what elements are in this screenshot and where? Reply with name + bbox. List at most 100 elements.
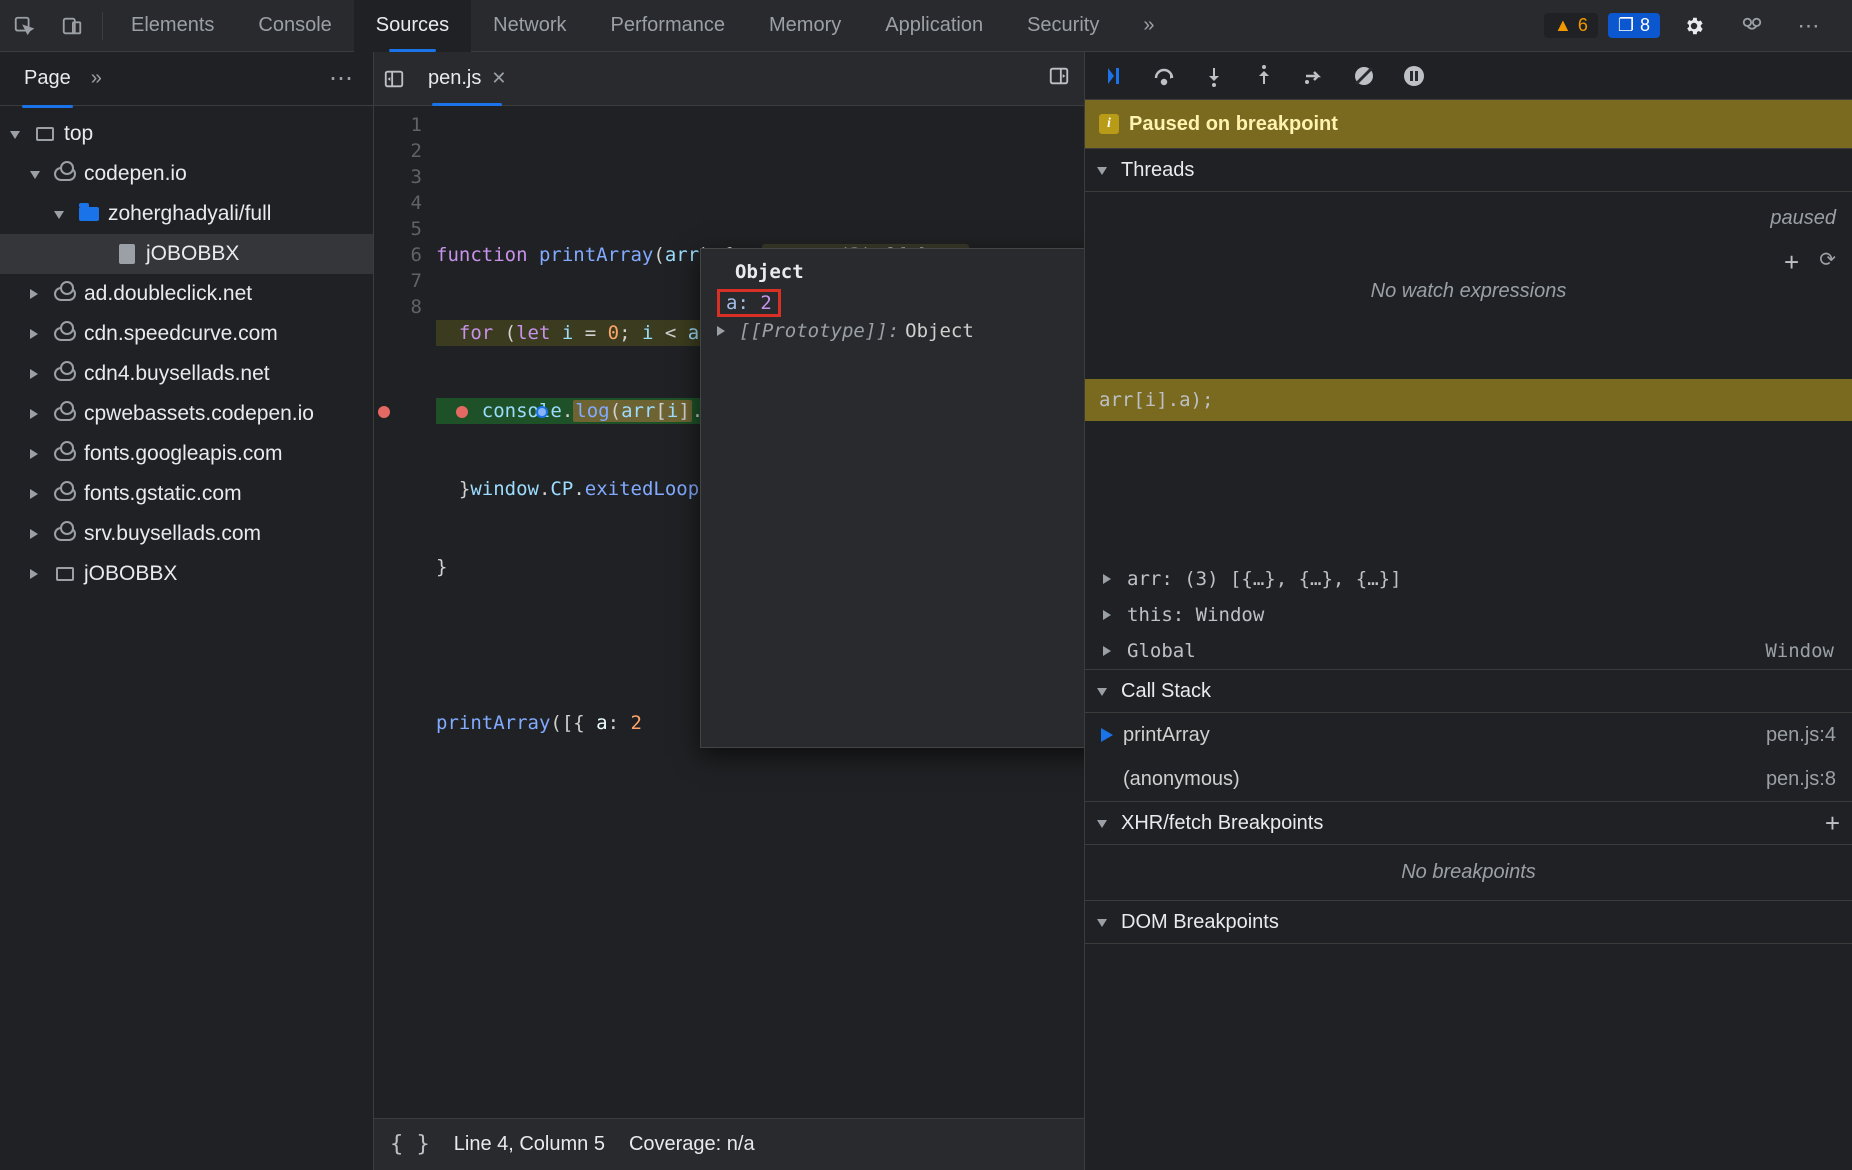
- issues-badge[interactable]: ❐ 8: [1608, 13, 1660, 38]
- execution-marker: [536, 406, 548, 418]
- tree-label: top: [64, 122, 93, 146]
- navigator-menu-icon[interactable]: ⋯: [329, 64, 363, 93]
- callstack-frame[interactable]: (anonymous) pen.js:8: [1085, 757, 1852, 801]
- scope-this[interactable]: this: Window: [1085, 597, 1852, 633]
- editor-status-bar: { } Line 4, Column 5 Coverage: n/a: [374, 1118, 1084, 1170]
- editor-tab-penjs[interactable]: pen.js ✕: [414, 52, 520, 106]
- deactivate-breakpoints-icon[interactable]: [1349, 61, 1379, 91]
- inspect-icon[interactable]: [6, 8, 42, 44]
- tree-label: fonts.googleapis.com: [84, 442, 282, 466]
- navigator-tab-more-icon[interactable]: »: [91, 67, 102, 90]
- tree-file-selected[interactable]: jOBOBBX: [0, 234, 373, 274]
- folder-icon: [78, 203, 100, 225]
- step-over-icon[interactable]: [1149, 61, 1179, 91]
- step-into-icon[interactable]: [1199, 61, 1229, 91]
- tree-domain[interactable]: cpwebassets.codepen.io: [0, 394, 373, 434]
- navigator-tab-page[interactable]: Page: [10, 61, 85, 96]
- add-xhr-breakpoint-icon[interactable]: +: [1825, 808, 1840, 839]
- warnings-badge[interactable]: ▲ 6: [1544, 13, 1598, 38]
- tree-top[interactable]: top: [0, 114, 373, 154]
- xhr-breakpoints-header[interactable]: XHR/fetch Breakpoints +: [1085, 801, 1852, 845]
- tree-label: cdn4.buysellads.net: [84, 362, 270, 386]
- tab-performance[interactable]: Performance: [589, 0, 748, 52]
- scope-label: Global: [1127, 640, 1196, 662]
- callstack-section-header[interactable]: Call Stack: [1085, 669, 1852, 713]
- step-out-icon[interactable]: [1249, 61, 1279, 91]
- tree-domain[interactable]: fonts.gstatic.com: [0, 474, 373, 514]
- tab-more-icon[interactable]: »: [1121, 0, 1176, 52]
- section-title: XHR/fetch Breakpoints: [1121, 812, 1323, 835]
- warning-count: 6: [1578, 15, 1588, 36]
- section-title: Call Stack: [1121, 680, 1211, 703]
- chevron-right-icon: [30, 326, 46, 342]
- tree-label: srv.buysellads.com: [84, 522, 261, 546]
- chevron-down-icon: [1097, 815, 1113, 831]
- tree-label: ad.doubleclick.net: [84, 282, 252, 306]
- tab-network[interactable]: Network: [471, 0, 588, 52]
- frame-name: printArray: [1123, 724, 1210, 747]
- tab-sources[interactable]: Sources: [354, 0, 471, 52]
- callstack-frame[interactable]: printArray pen.js:4: [1085, 713, 1852, 757]
- pretty-print-icon[interactable]: { }: [390, 1132, 430, 1157]
- line-gutter[interactable]: 12345678: [374, 112, 432, 320]
- debugger-panel-toggle-icon[interactable]: [1048, 65, 1084, 93]
- debugger-toolbar: [1085, 52, 1852, 100]
- window-icon: [34, 123, 56, 145]
- proto-value: Object: [905, 320, 974, 342]
- settings-icon[interactable]: [1676, 8, 1712, 44]
- tree-domain[interactable]: codepen.io: [0, 154, 373, 194]
- tab-application[interactable]: Application: [863, 0, 1005, 52]
- device-toggle-icon[interactable]: [54, 8, 90, 44]
- tree-domain[interactable]: srv.buysellads.com: [0, 514, 373, 554]
- prop-value: 2: [760, 292, 771, 314]
- tab-memory[interactable]: Memory: [747, 0, 863, 52]
- warning-icon: ▲: [1554, 15, 1572, 36]
- paused-code-text: arr[i].a);: [1099, 389, 1213, 411]
- cloud-icon: [54, 323, 76, 345]
- pause-on-exceptions-icon[interactable]: [1399, 61, 1429, 91]
- scope-global[interactable]: Global Window: [1085, 633, 1852, 669]
- tab-elements[interactable]: Elements: [109, 0, 236, 52]
- breakpoint-marker[interactable]: [378, 406, 390, 418]
- xhr-empty-text: No breakpoints: [1085, 845, 1852, 900]
- tree-folder[interactable]: zoherghadyali/full: [0, 194, 373, 234]
- thread-row[interactable]: paused: [1085, 196, 1852, 240]
- frame-loc: pen.js:4: [1766, 724, 1836, 747]
- nav-panel-toggle-icon[interactable]: [374, 68, 414, 90]
- coverage-status: Coverage: n/a: [629, 1133, 755, 1156]
- frame-loc: pen.js:8: [1766, 768, 1836, 791]
- customize-icon[interactable]: [1734, 8, 1770, 44]
- tree-label: fonts.gstatic.com: [84, 482, 242, 506]
- threads-section-header[interactable]: Threads: [1085, 148, 1852, 192]
- logpoint-marker[interactable]: [456, 406, 468, 418]
- section-title: Threads: [1121, 159, 1194, 182]
- spacer: [1085, 421, 1852, 561]
- cloud-icon: [54, 283, 76, 305]
- scope-arr[interactable]: arr: (3) [{…}, {…}, {…}]: [1085, 561, 1852, 597]
- chevron-right-icon: [1103, 643, 1119, 659]
- cursor-location: Line 4, Column 5: [454, 1133, 605, 1156]
- tab-console[interactable]: Console: [236, 0, 353, 52]
- editor-tab-strip: pen.js ✕: [374, 52, 1084, 106]
- tree-domain[interactable]: fonts.googleapis.com: [0, 434, 373, 474]
- cloud-icon: [54, 483, 76, 505]
- banner-text: Paused on breakpoint: [1129, 113, 1338, 136]
- tree-frame[interactable]: jOBOBBX: [0, 554, 373, 594]
- watch-empty-text: No watch expressions: [1085, 264, 1852, 319]
- tab-security[interactable]: Security: [1005, 0, 1121, 52]
- frame-name: (anonymous): [1123, 768, 1240, 791]
- spacer: [92, 246, 108, 262]
- tree-domain[interactable]: cdn.speedcurve.com: [0, 314, 373, 354]
- resume-icon[interactable]: [1099, 61, 1129, 91]
- divider: [102, 12, 103, 40]
- tree-domain[interactable]: cdn4.buysellads.net: [0, 354, 373, 394]
- kebab-menu-icon[interactable]: ⋯: [1792, 8, 1828, 44]
- step-icon[interactable]: [1299, 61, 1329, 91]
- chevron-down-icon: [1097, 914, 1113, 930]
- dom-breakpoints-header[interactable]: DOM Breakpoints: [1085, 900, 1852, 944]
- cloud-icon: [54, 163, 76, 185]
- prop-key: a:: [726, 292, 749, 314]
- tree-domain[interactable]: ad.doubleclick.net: [0, 274, 373, 314]
- scope-value: Window: [1765, 640, 1834, 662]
- close-icon[interactable]: ✕: [491, 68, 506, 89]
